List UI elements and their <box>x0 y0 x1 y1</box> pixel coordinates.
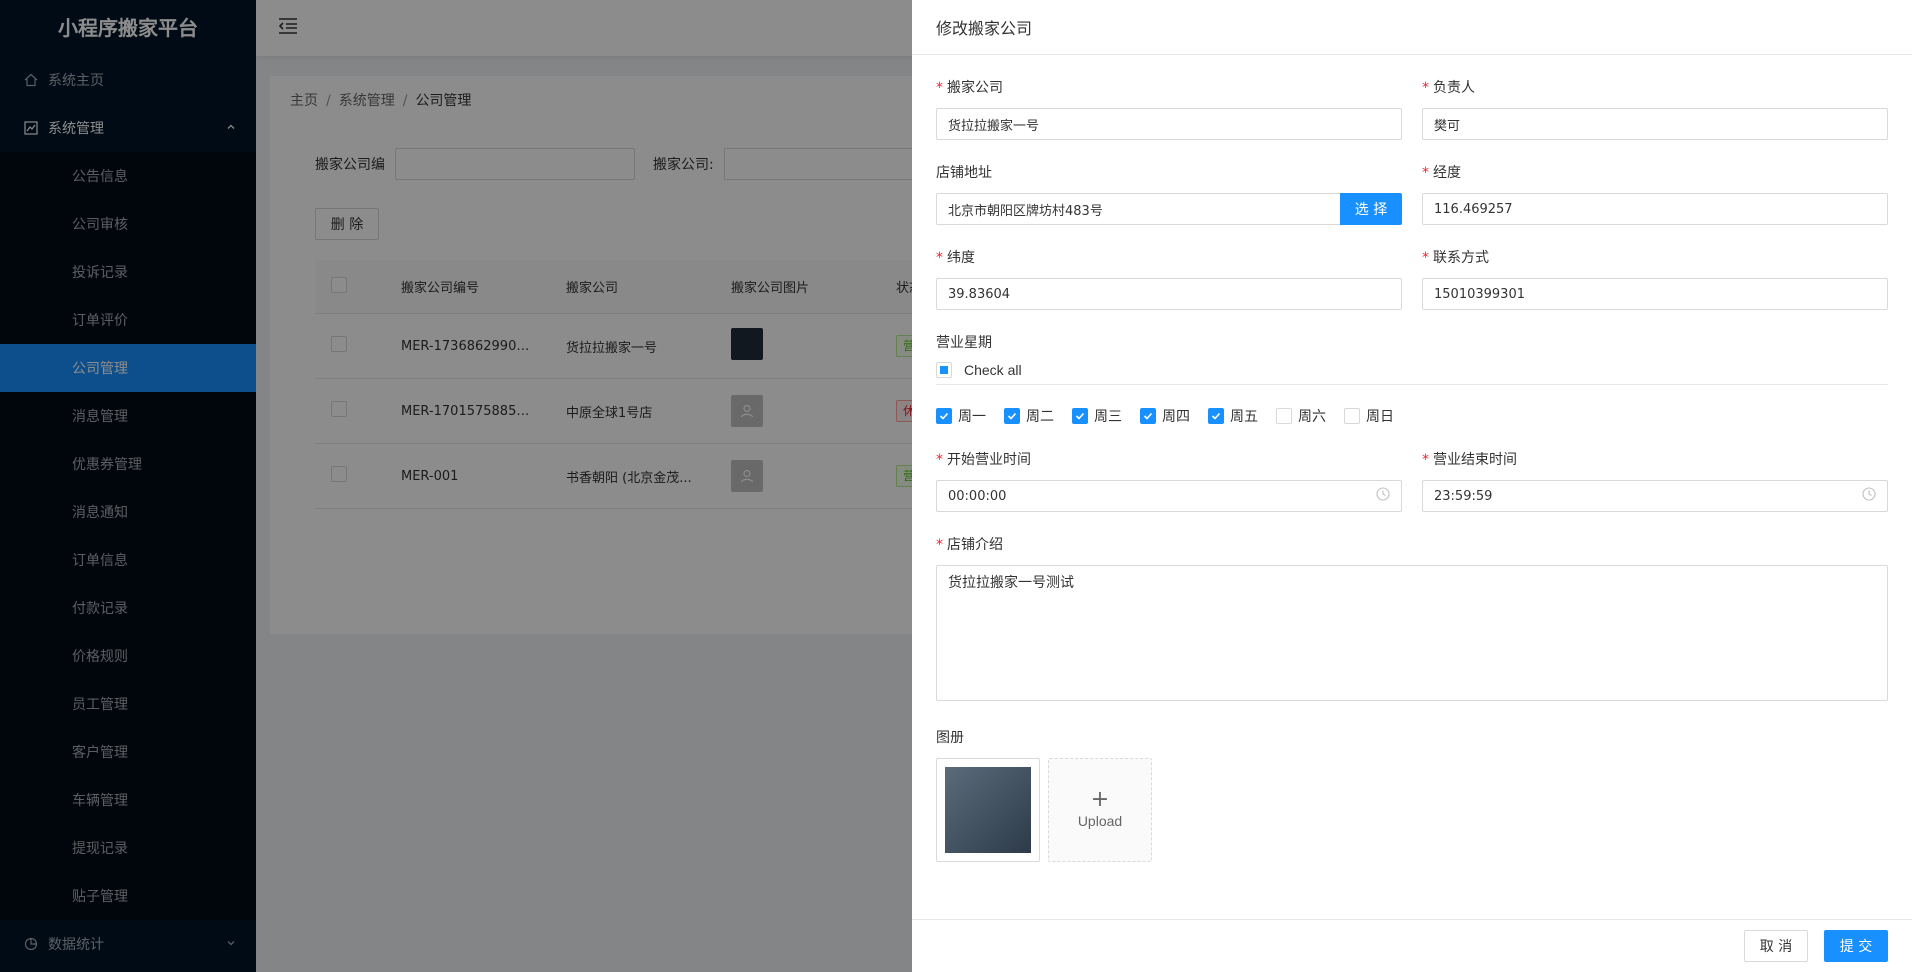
manager-input[interactable]: 樊可 <box>1422 108 1888 140</box>
weekday-wednesday[interactable]: 周三 <box>1072 406 1122 426</box>
company-input[interactable]: 货拉拉搬家一号 <box>936 108 1402 140</box>
clock-icon <box>1862 487 1876 505</box>
weekday-thursday[interactable]: 周四 <box>1140 406 1190 426</box>
latitude-input[interactable]: 39.83604 <box>936 278 1402 310</box>
clock-icon <box>1376 487 1390 505</box>
check-icon <box>936 408 952 424</box>
field-latitude-label: * 纬度 <box>936 250 975 266</box>
uploaded-photo <box>945 767 1031 853</box>
field-end-time-label: * 营业结束时间 <box>1422 452 1517 468</box>
longitude-input[interactable]: 116.469257 <box>1422 193 1888 225</box>
field-intro-label: * 店铺介绍 <box>936 537 1003 553</box>
weekday-sunday[interactable]: 周日 <box>1344 406 1394 426</box>
drawer-title: 修改搬家公司 <box>912 0 1912 55</box>
field-contact-label: * 联系方式 <box>1422 250 1489 266</box>
field-address-label: 店铺地址 <box>936 165 992 181</box>
edit-company-drawer: 修改搬家公司 * 搬家公司 货拉拉搬家一号 * 负责人 樊可 店铺地址 北京市朝阳区… <box>912 0 1912 972</box>
submit-button[interactable]: 提 交 <box>1824 930 1888 962</box>
upload-button[interactable]: + Upload <box>1048 758 1152 862</box>
field-gallery-label: 图册 <box>936 730 964 746</box>
plus-icon: + <box>1090 787 1110 812</box>
weekday-monday[interactable]: 周一 <box>936 406 986 426</box>
check-all-checkbox[interactable]: Check all <box>936 362 1022 378</box>
weekday-friday[interactable]: 周五 <box>1208 406 1258 426</box>
check-icon <box>1140 408 1156 424</box>
weekday-tuesday[interactable]: 周二 <box>1004 406 1054 426</box>
checkbox-indeterminate-icon <box>936 362 952 378</box>
unchecked-box-icon <box>1344 408 1360 424</box>
start-time-picker[interactable]: 00:00:00 <box>936 480 1402 512</box>
unchecked-box-icon <box>1276 408 1292 424</box>
contact-input[interactable]: 15010399301 <box>1422 278 1888 310</box>
check-icon <box>1072 408 1088 424</box>
weekday-saturday[interactable]: 周六 <box>1276 406 1326 426</box>
address-input[interactable]: 北京市朝阳区牌坊村483号 <box>936 193 1341 225</box>
divider <box>936 384 1888 385</box>
field-weekdays-label: 营业星期 <box>936 335 992 351</box>
field-longitude-label: * 经度 <box>1422 165 1461 181</box>
end-time-picker[interactable]: 23:59:59 <box>1422 480 1888 512</box>
check-icon <box>1004 408 1020 424</box>
gallery-image[interactable] <box>936 758 1040 862</box>
cancel-button[interactable]: 取 消 <box>1744 930 1808 962</box>
select-address-button[interactable]: 选 择 <box>1340 193 1402 225</box>
drawer-footer: 取 消 提 交 <box>912 919 1912 972</box>
field-start-time-label: * 开始营业时间 <box>936 452 1031 468</box>
field-company-label: * 搬家公司 <box>936 80 1003 96</box>
intro-textarea[interactable]: 货拉拉搬家一号测试 <box>936 565 1888 701</box>
field-manager-label: * 负责人 <box>1422 80 1475 96</box>
check-icon <box>1208 408 1224 424</box>
